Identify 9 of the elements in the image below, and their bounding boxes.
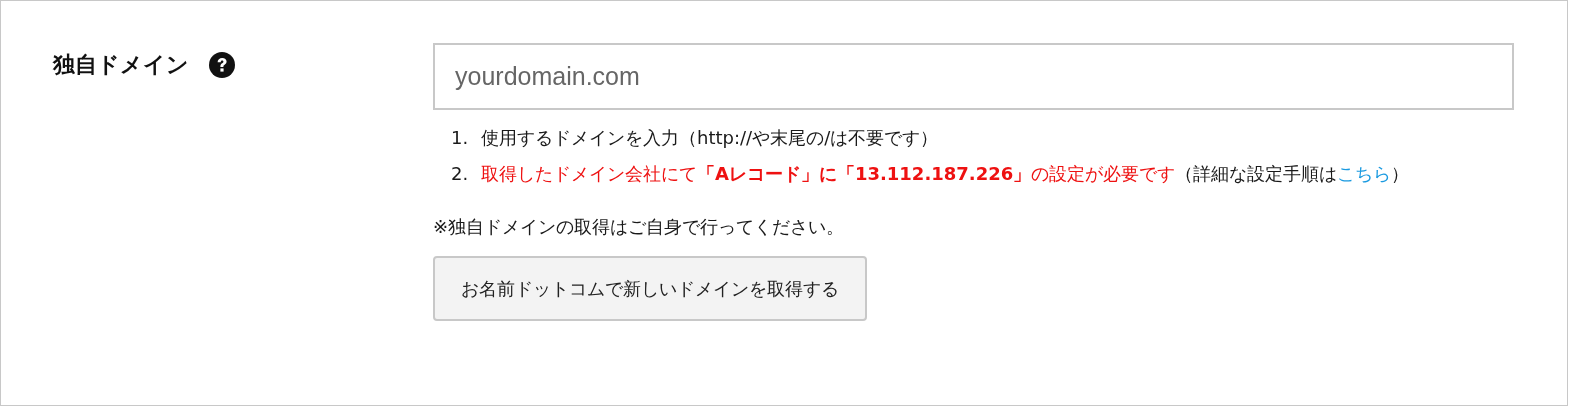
note-text: ※独自ドメインの取得はご自身で行ってください。	[433, 215, 846, 239]
get-domain-button[interactable]: お名前ドットコムで新しいドメインを取得する	[433, 256, 867, 321]
step-number: 1.	[451, 126, 470, 150]
instruction-text: 使用するドメインを入力（http://や末尾の/は不要です）	[481, 126, 940, 150]
field-label: 独自ドメイン	[53, 51, 189, 79]
instruction-text: 取得したドメイン会社にて「Aレコード」に「13.112.187.226」の設定が必要です（詳細な設定手順はこちら）	[481, 162, 1411, 186]
help-icon[interactable]	[209, 52, 235, 78]
domain-input-field[interactable]: yourdomain.com	[433, 43, 1514, 110]
step-number: 2.	[451, 162, 470, 186]
